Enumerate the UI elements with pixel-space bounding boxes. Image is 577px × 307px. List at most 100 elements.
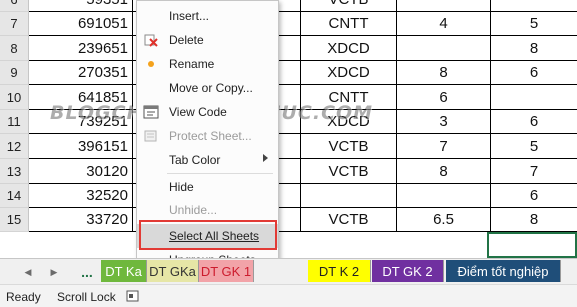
menu-item-view-code[interactable]: View Code <box>137 100 278 124</box>
table-row: 659351VVCTB <box>0 0 577 12</box>
grid-cell[interactable]: 641851 <box>29 85 133 110</box>
active-cell-outline <box>487 232 577 258</box>
menu-item-move-or-copy[interactable]: Move or Copy... <box>137 76 278 100</box>
row-header[interactable]: 9 <box>0 61 29 85</box>
grid-cell[interactable]: 30120 <box>29 159 133 184</box>
grid-cell[interactable]: XDCD <box>301 61 397 85</box>
table-row: 7691051VCNTT45 <box>0 12 577 36</box>
row-header[interactable]: 12 <box>0 134 29 159</box>
sheet-tab[interactable]: DT GK 2 <box>372 260 444 282</box>
row-header[interactable]: 10 <box>0 85 29 110</box>
table-row: 11739251NXDCD36 <box>0 110 577 134</box>
menu-item-unhide[interactable]: Unhide... <box>137 198 278 222</box>
grid-cell[interactable]: 8 <box>397 61 491 85</box>
grid-cell[interactable]: 5 <box>491 12 577 36</box>
grid-cell[interactable]: 270351 <box>29 61 133 85</box>
status-bar: Ready Scroll Lock <box>0 284 577 307</box>
macro-record-icon[interactable] <box>126 289 140 306</box>
menu-item-protect-sheet[interactable]: Protect Sheet... <box>137 124 278 148</box>
grid-cell[interactable]: 32520 <box>29 184 133 208</box>
more-sheets-button[interactable]: ... <box>74 259 100 285</box>
grid-cell[interactable] <box>491 0 577 12</box>
rename-icon <box>143 56 159 72</box>
row-header[interactable]: 8 <box>0 36 29 61</box>
grid-cell[interactable]: 33720 <box>29 208 133 232</box>
table-row: 10641851TCNTT6 <box>0 85 577 110</box>
grid-cell[interactable]: 739251 <box>29 110 133 134</box>
row-header[interactable]: 11 <box>0 110 29 134</box>
code-icon <box>143 104 159 120</box>
table-row: 1432520H6 <box>0 184 577 208</box>
grid-cell[interactable] <box>397 0 491 12</box>
menu-item-label: Insert... <box>169 9 210 23</box>
grid-cell[interactable]: 396151 <box>29 134 133 159</box>
grid-cell[interactable]: 6 <box>491 61 577 85</box>
menu-item-label: Protect Sheet... <box>169 129 252 143</box>
menu-item-rename[interactable]: Rename <box>137 52 278 76</box>
grid-cell[interactable]: 239651 <box>29 36 133 61</box>
grid-cell[interactable]: VCTB <box>301 208 397 232</box>
menu-item-hide[interactable]: Hide <box>137 175 278 199</box>
menu-item-label: Hide <box>169 180 194 194</box>
menu-item-label: Tab Color <box>169 153 221 167</box>
grid-cell[interactable]: 3 <box>397 110 491 134</box>
grid-cell[interactable] <box>491 85 577 110</box>
protect-icon <box>143 128 159 144</box>
table-row: 1533720XVCTB6.58 <box>0 208 577 232</box>
grid-cell[interactable]: 8 <box>397 159 491 184</box>
grid-cell[interactable]: 6 <box>397 85 491 110</box>
grid-cell[interactable]: XDCD <box>301 36 397 61</box>
grid-cell[interactable] <box>397 36 491 61</box>
row-header[interactable]: 7 <box>0 12 29 36</box>
grid-cell[interactable] <box>301 184 397 208</box>
menu-item-label: Delete <box>169 33 204 47</box>
grid-cell[interactable]: VCTB <box>301 0 397 12</box>
grid-cell[interactable]: CNTT <box>301 12 397 36</box>
sheet-tab[interactable]: DT GKa <box>147 260 199 282</box>
grid-cell[interactable]: VCTB <box>301 159 397 184</box>
sheet-tab[interactable]: DT K 2 <box>308 260 371 282</box>
menu-item-tab-color[interactable]: Tab Color <box>137 148 278 172</box>
row-header[interactable]: 15 <box>0 208 29 232</box>
grid-cell[interactable]: 4 <box>397 12 491 36</box>
spreadsheet-grid[interactable]: 659351VVCTB7691051VCNTT458239651CXDCD892… <box>0 0 577 258</box>
scroll-tabs-right-icon[interactable]: ▶ <box>44 259 64 285</box>
sheet-tab[interactable]: Điểm tốt nghiệp <box>446 260 561 282</box>
grid-cell[interactable]: XDCD <box>301 110 397 134</box>
menu-item-label: Rename <box>169 57 215 71</box>
grid-cell[interactable]: 8 <box>491 36 577 61</box>
grid-cell[interactable]: 6 <box>491 110 577 134</box>
grid-cell[interactable]: 7 <box>397 134 491 159</box>
row-header[interactable]: 13 <box>0 159 29 184</box>
table-row: 9270351TXDCD86 <box>0 61 577 85</box>
submenu-arrow-icon <box>263 154 268 162</box>
grid-cell[interactable]: 5 <box>491 134 577 159</box>
sheet-tab-bar: ◀ ▶ ... DT Ka DT GKa DT GK 1 DT K 2 DT GK 2Đ… <box>0 258 577 284</box>
grid-cell[interactable]: 6.5 <box>397 208 491 232</box>
menu-item-label: Move or Copy... <box>169 81 253 95</box>
menu-separator <box>167 173 273 174</box>
menu-item-label: Unhide... <box>169 203 218 217</box>
grid-cell[interactable]: VCTB <box>301 134 397 159</box>
grid-cell[interactable]: 7 <box>491 159 577 184</box>
sheet-tab[interactable]: DT GK 1 <box>199 260 254 282</box>
sheet-tab[interactable]: DT Ka <box>101 260 147 282</box>
row-header[interactable]: 6 <box>0 0 29 12</box>
delete-icon <box>143 32 159 48</box>
grid-cell[interactable]: 691051 <box>29 12 133 36</box>
grid-cell[interactable]: CNTT <box>301 85 397 110</box>
status-ready: Ready <box>6 290 41 304</box>
menu-item-insert[interactable]: Insert... <box>137 4 278 28</box>
scroll-tabs-left-icon[interactable]: ◀ <box>18 259 38 285</box>
highlight-box <box>139 220 277 250</box>
table-row: 12396151CVCTB75 <box>0 134 577 159</box>
grid-cell[interactable] <box>397 184 491 208</box>
menu-item-label: View Code <box>169 105 227 119</box>
table-row: 8239651CXDCD8 <box>0 36 577 61</box>
grid-cell[interactable]: 8 <box>491 208 577 232</box>
status-scroll-lock: Scroll Lock <box>57 290 116 304</box>
row-header[interactable]: 14 <box>0 184 29 208</box>
grid-cell[interactable]: 59351 <box>29 0 133 12</box>
grid-cell[interactable]: 6 <box>491 184 577 208</box>
menu-item-delete[interactable]: Delete <box>137 28 278 52</box>
